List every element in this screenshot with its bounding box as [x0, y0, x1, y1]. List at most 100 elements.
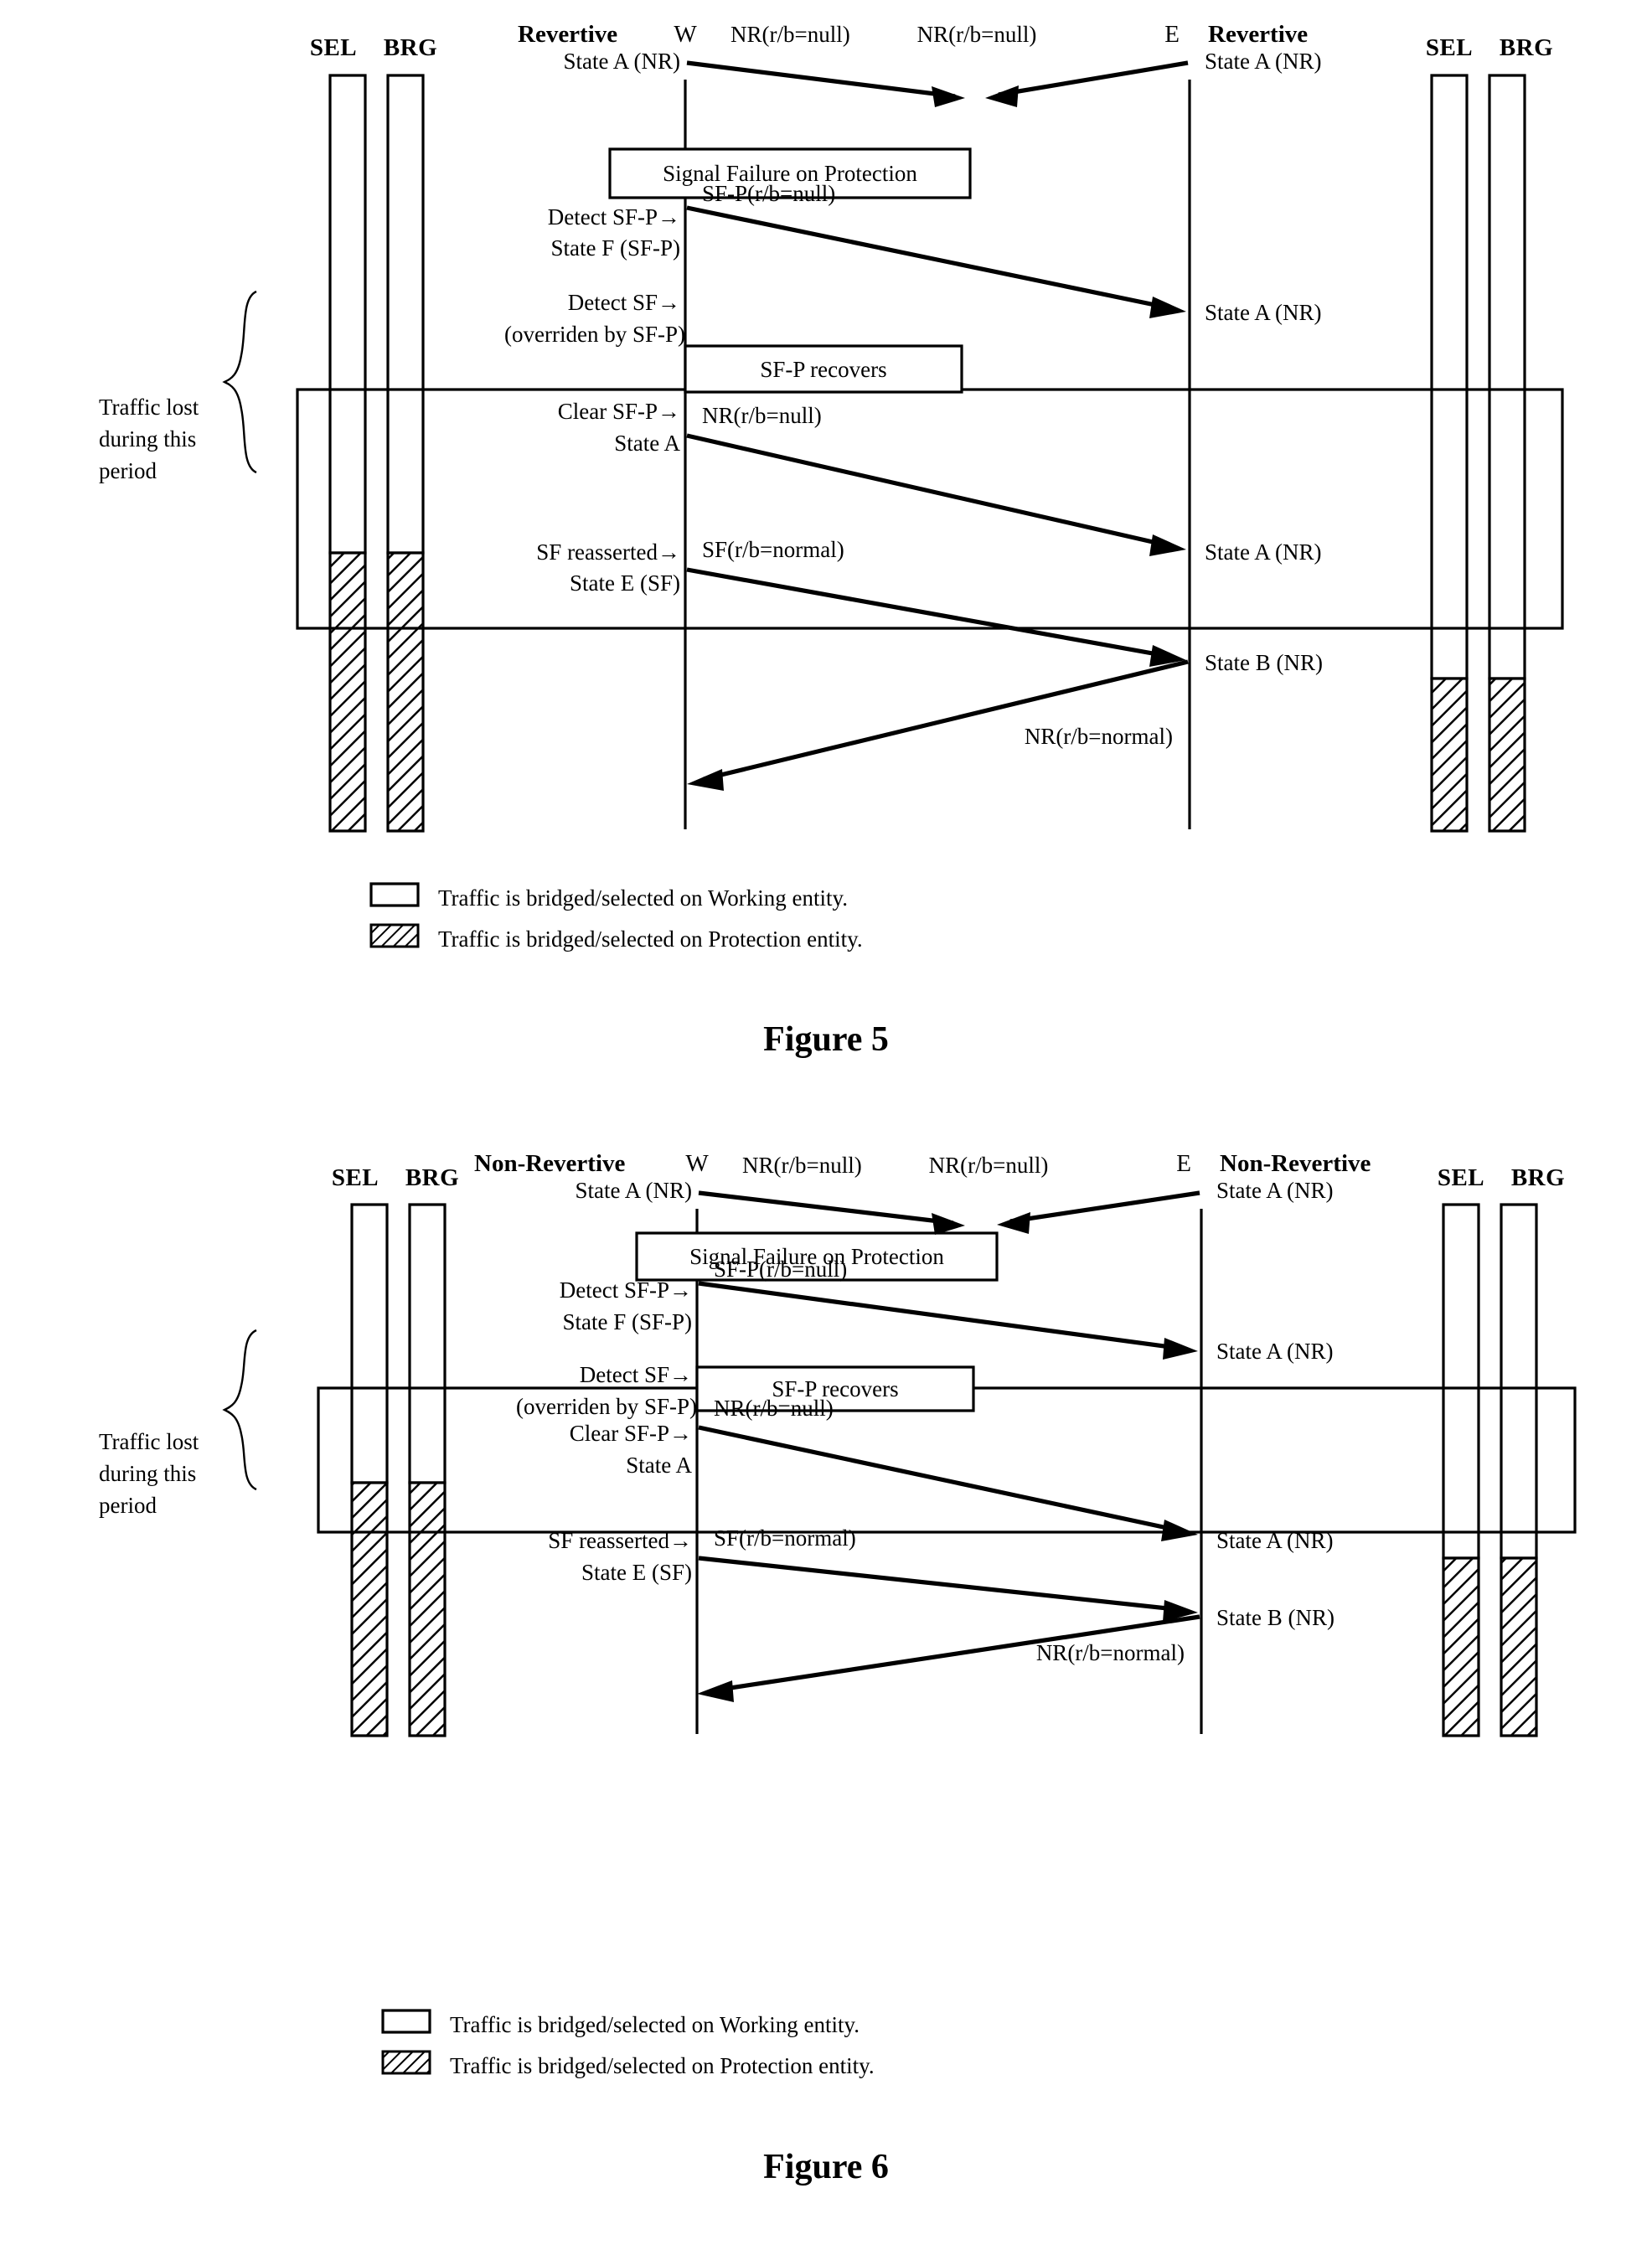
right-brg-column-header: BRG	[1511, 1164, 1565, 1191]
figure-6-caption: Figure 6	[763, 2148, 889, 2186]
right-brg-bar-working	[1501, 1205, 1536, 1558]
left-brg-bar-protection	[410, 1483, 445, 1736]
figure-6-block: SEL BRG SEL BRG Non-Revertive W E Non-Re…	[0, 1089, 1652, 2245]
traffic-lost-line-3: period	[99, 458, 157, 483]
message-label-2: NR(r/b=null)	[917, 22, 1037, 47]
traffic-lost-line-3: period	[99, 1493, 157, 1518]
left-sel-column-header: SEL	[310, 34, 357, 61]
right-brg-column-header: BRG	[1500, 34, 1553, 61]
left-brg-column-header: BRG	[384, 34, 437, 61]
traffic-lost-region-box	[297, 390, 1562, 628]
left-state-4: Detect SF→	[580, 1362, 692, 1387]
left-brg-bar-protection	[388, 553, 423, 831]
left-state-5: (overriden by SF-P)	[516, 1394, 697, 1419]
message-arrow-2	[997, 1193, 1200, 1234]
left-state-9: State E (SF)	[581, 1560, 692, 1585]
message-arrow-4	[699, 1427, 1198, 1541]
message-label-6: NR(r/b=normal)	[1036, 1640, 1185, 1665]
figure-5-caption: Figure 5	[763, 1020, 889, 1059]
legend-swatch-working	[371, 884, 418, 906]
legend-swatch-working	[383, 2010, 430, 2032]
right-brg-bar-protection	[1501, 1558, 1536, 1736]
traffic-lost-brace	[225, 1330, 256, 1489]
left-state-2: Detect SF-P→	[548, 204, 680, 230]
event-box-sfp-recovers-label: SF-P recovers	[760, 357, 886, 382]
legend-text-working: Traffic is bridged/selected on Working e…	[450, 2012, 860, 2037]
right-state-2: State A (NR)	[1205, 300, 1322, 325]
legend-text-protection: Traffic is bridged/selected on Protectio…	[438, 926, 863, 952]
mode-label-right: Revertive	[1208, 21, 1308, 48]
mode-label-right: Non-Revertive	[1220, 1150, 1371, 1177]
right-sel-bar-working	[1443, 1205, 1479, 1558]
message-label-1: NR(r/b=null)	[730, 22, 850, 47]
left-state-6: Clear SF-P→	[570, 1421, 692, 1446]
traffic-lost-line-2: during this	[99, 1461, 196, 1486]
legend-swatch-protection	[383, 2051, 430, 2073]
legend-text-working: Traffic is bridged/selected on Working e…	[438, 885, 848, 911]
right-state-1: State A (NR)	[1216, 1178, 1334, 1203]
right-sel-column-header: SEL	[1438, 1164, 1484, 1191]
right-sel-bar-working	[1432, 75, 1467, 679]
right-state-2: State A (NR)	[1216, 1339, 1334, 1364]
message-arrow-3	[699, 1283, 1198, 1360]
traffic-lost-line-2: during this	[99, 426, 196, 452]
left-state-8: SF reasserted→	[536, 539, 680, 565]
traffic-lost-line-1: Traffic lost	[99, 1429, 199, 1454]
lifeline-east-label: E	[1176, 1150, 1191, 1177]
left-sel-bar-working	[330, 75, 365, 553]
left-state-3: State F (SF-P)	[562, 1309, 692, 1334]
left-state-7: State A	[614, 431, 680, 456]
left-state-6: Clear SF-P→	[558, 399, 680, 424]
message-label-3: SF-P(r/b=null)	[714, 1257, 847, 1282]
right-state-3: State A (NR)	[1216, 1528, 1334, 1553]
right-sel-column-header: SEL	[1426, 34, 1473, 61]
message-label-4: NR(r/b=null)	[714, 1396, 834, 1421]
lifeline-west-label: W	[685, 1150, 709, 1177]
message-arrow-1	[699, 1193, 965, 1235]
message-label-2: NR(r/b=null)	[929, 1153, 1049, 1178]
right-state-1: State A (NR)	[1205, 49, 1322, 74]
traffic-lost-brace	[225, 292, 256, 472]
right-brg-bar-working	[1489, 75, 1525, 679]
mode-label-left: Non-Revertive	[474, 1150, 626, 1177]
mode-label-left: Revertive	[518, 21, 617, 48]
message-label-6: NR(r/b=normal)	[1025, 724, 1173, 749]
left-sel-bar-protection	[352, 1483, 387, 1736]
left-brg-bar-working	[388, 75, 423, 553]
left-state-3: State F (SF-P)	[550, 235, 680, 261]
message-label-3: SF-P(r/b=null)	[702, 181, 835, 206]
message-arrow-5	[687, 570, 1186, 667]
left-state-7: State A	[626, 1453, 692, 1478]
legend-text-protection: Traffic is bridged/selected on Protectio…	[450, 2053, 875, 2078]
message-label-5: SF(r/b=normal)	[702, 537, 844, 562]
message-label-5: SF(r/b=normal)	[714, 1525, 856, 1551]
message-label-4: NR(r/b=null)	[702, 403, 822, 428]
right-sel-bar-protection	[1432, 679, 1467, 831]
left-sel-bar-protection	[330, 553, 365, 831]
lifeline-east-label: E	[1164, 21, 1180, 48]
message-arrow-3	[687, 208, 1186, 318]
figure-5-block: SEL BRG SEL BRG Revertive W E Revertive …	[0, 0, 1652, 1089]
left-state-8: SF reasserted→	[548, 1528, 692, 1553]
left-state-1: State A (NR)	[576, 1178, 693, 1203]
lifeline-west-label: W	[674, 21, 697, 48]
left-sel-bar-working	[352, 1205, 387, 1483]
right-brg-bar-protection	[1489, 679, 1525, 831]
left-state-5: (overriden by SF-P)	[504, 322, 685, 347]
right-state-4: State B (NR)	[1216, 1605, 1335, 1630]
figure-5-diagram: SEL BRG SEL BRG Revertive W E Revertive …	[99, 21, 1652, 1059]
left-brg-bar-working	[410, 1205, 445, 1483]
left-state-4: Detect SF→	[568, 290, 680, 315]
legend-swatch-protection	[371, 925, 418, 947]
left-state-9: State E (SF)	[570, 570, 680, 596]
message-label-1: NR(r/b=null)	[742, 1153, 862, 1178]
left-state-1: State A (NR)	[564, 49, 681, 74]
left-sel-column-header: SEL	[332, 1164, 379, 1191]
right-sel-bar-protection	[1443, 1558, 1479, 1736]
message-arrow-1	[687, 63, 965, 107]
message-arrow-2	[985, 63, 1188, 107]
right-state-3: State A (NR)	[1205, 539, 1322, 565]
message-arrow-5	[699, 1558, 1198, 1622]
left-brg-column-header: BRG	[405, 1164, 459, 1191]
right-state-4: State B (NR)	[1205, 650, 1323, 675]
